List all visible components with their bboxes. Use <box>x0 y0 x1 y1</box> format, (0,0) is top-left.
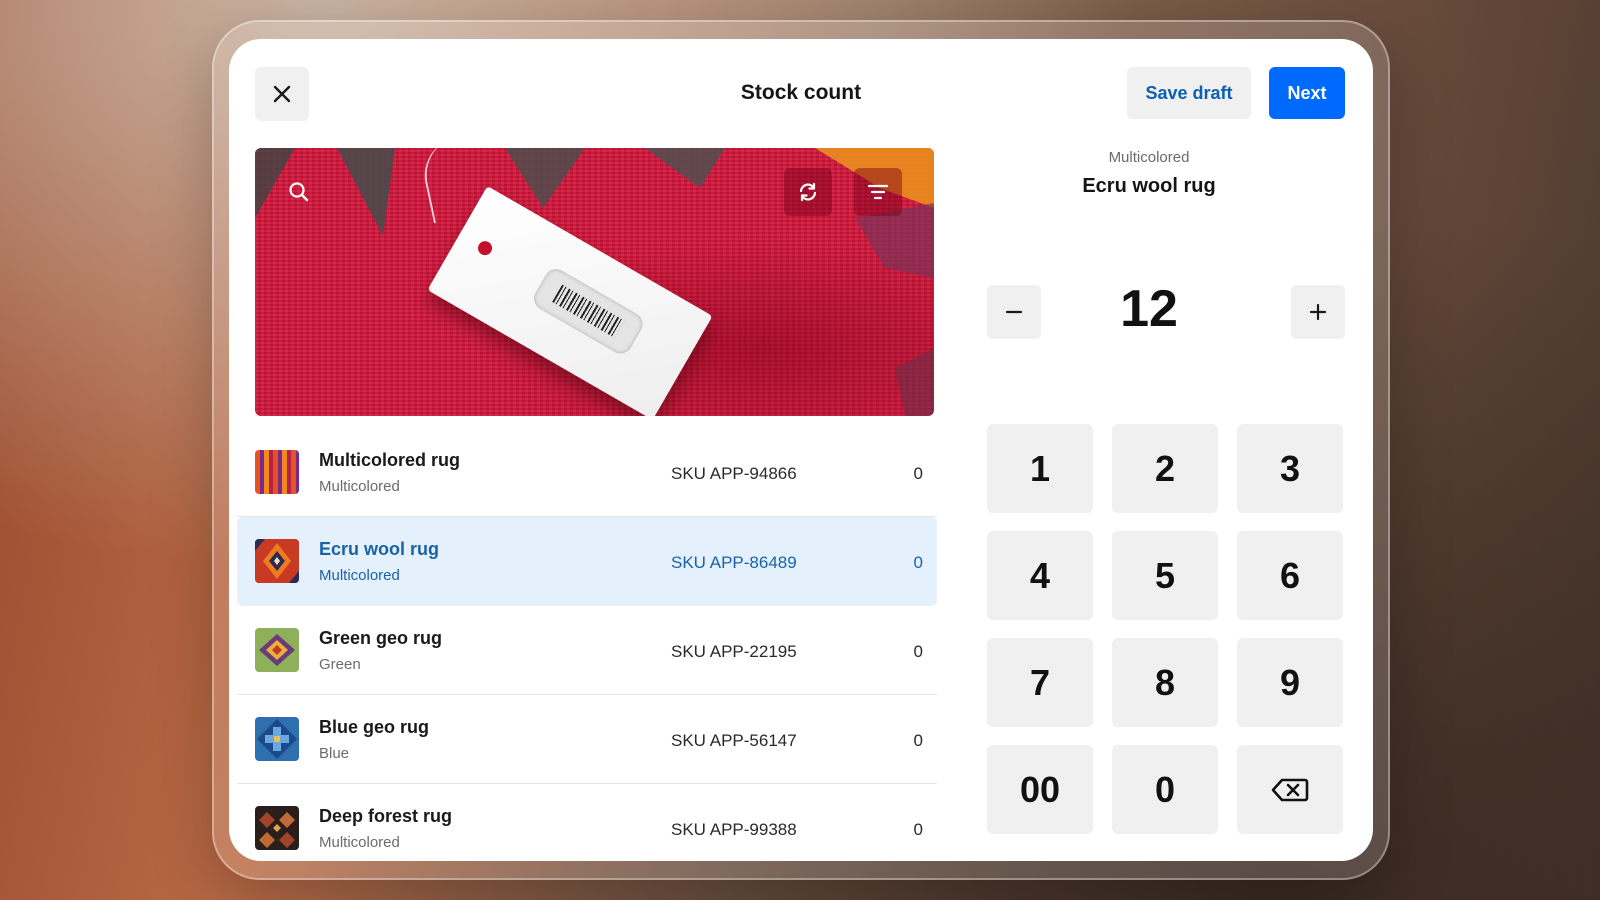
filter-button[interactable] <box>854 168 902 216</box>
item-variant: Multicolored <box>319 567 400 584</box>
selected-item-variant: Multicolored <box>1108 149 1190 166</box>
key-2[interactable]: 2 <box>1112 424 1218 513</box>
rug-thumbnail <box>255 806 299 850</box>
rug-thumbnail <box>255 628 299 672</box>
key-9[interactable]: 9 <box>1237 638 1343 727</box>
item-list: Multicolored rug Multicolored SKU APP-94… <box>237 428 937 861</box>
item-variant: Multicolored <box>319 478 400 495</box>
list-item[interactable]: Blue geo rug Blue SKU APP-56147 0 <box>237 695 937 784</box>
barcode-scanner-view[interactable] <box>255 148 934 416</box>
filter-icon <box>867 184 889 200</box>
key-7[interactable]: 7 <box>987 638 1093 727</box>
item-name: Multicolored rug <box>319 450 460 470</box>
quantity-value: 12 <box>1120 280 1178 338</box>
numeric-keypad: 1 2 3 4 5 6 7 8 9 00 0 <box>987 424 1345 834</box>
search-icon <box>289 182 309 202</box>
item-sku: SKU APP-99388 <box>671 820 797 839</box>
item-count: 0 <box>913 553 923 572</box>
list-item-selected[interactable]: Ecru wool rug Multicolored SKU APP-86489… <box>237 517 937 606</box>
tag-hole <box>475 238 495 258</box>
next-button[interactable]: Next <box>1269 67 1345 119</box>
key-8[interactable]: 8 <box>1112 638 1218 727</box>
plus-icon <box>1309 303 1327 321</box>
item-name: Green geo rug <box>319 628 443 648</box>
minus-icon <box>1005 310 1023 314</box>
stock-count-screen: Stock count Save draft Next Multicolored… <box>229 39 1373 861</box>
backspace-button[interactable] <box>1237 745 1343 834</box>
key-4[interactable]: 4 <box>987 531 1093 620</box>
list-item[interactable]: Deep forest rug Multicolored SKU APP-993… <box>237 784 937 861</box>
list-item[interactable]: Multicolored rug Multicolored SKU APP-94… <box>237 428 937 517</box>
key-5[interactable]: 5 <box>1112 531 1218 620</box>
key-3[interactable]: 3 <box>1237 424 1343 513</box>
item-name: Blue geo rug <box>319 717 430 737</box>
increment-button[interactable] <box>1291 285 1345 339</box>
key-1[interactable]: 1 <box>987 424 1093 513</box>
rug-thumbnail <box>255 450 299 494</box>
backspace-icon <box>1271 778 1309 801</box>
item-count: 0 <box>913 731 923 750</box>
list-item[interactable]: Green geo rug Green SKU APP-22195 0 <box>237 606 937 695</box>
barcode <box>529 264 647 358</box>
item-sku: SKU APP-94866 <box>671 464 797 483</box>
item-count: 0 <box>913 642 923 661</box>
item-sku: SKU APP-86489 <box>671 553 797 572</box>
item-name: Ecru wool rug <box>319 539 440 559</box>
item-variant: Multicolored <box>319 834 400 851</box>
item-sku: SKU APP-56147 <box>671 731 797 750</box>
decrement-button[interactable] <box>987 285 1041 339</box>
key-0[interactable]: 0 <box>1112 745 1218 834</box>
camera-flip-icon <box>799 182 817 202</box>
item-count: 0 <box>913 464 923 483</box>
rug-thumbnail <box>255 717 299 761</box>
item-sku: SKU APP-22195 <box>671 642 797 661</box>
item-variant: Blue <box>319 745 350 762</box>
flip-camera-button[interactable] <box>784 168 832 216</box>
search-button[interactable] <box>275 168 323 216</box>
save-draft-button[interactable]: Save draft <box>1127 67 1251 119</box>
item-count: 0 <box>913 820 923 839</box>
rug-thumbnail <box>255 539 299 583</box>
selected-item-name: Ecru wool rug <box>1082 175 1216 197</box>
item-variant: Green <box>319 656 361 673</box>
key-00[interactable]: 00 <box>987 745 1093 834</box>
key-6[interactable]: 6 <box>1237 531 1343 620</box>
item-name: Deep forest rug <box>319 806 453 826</box>
